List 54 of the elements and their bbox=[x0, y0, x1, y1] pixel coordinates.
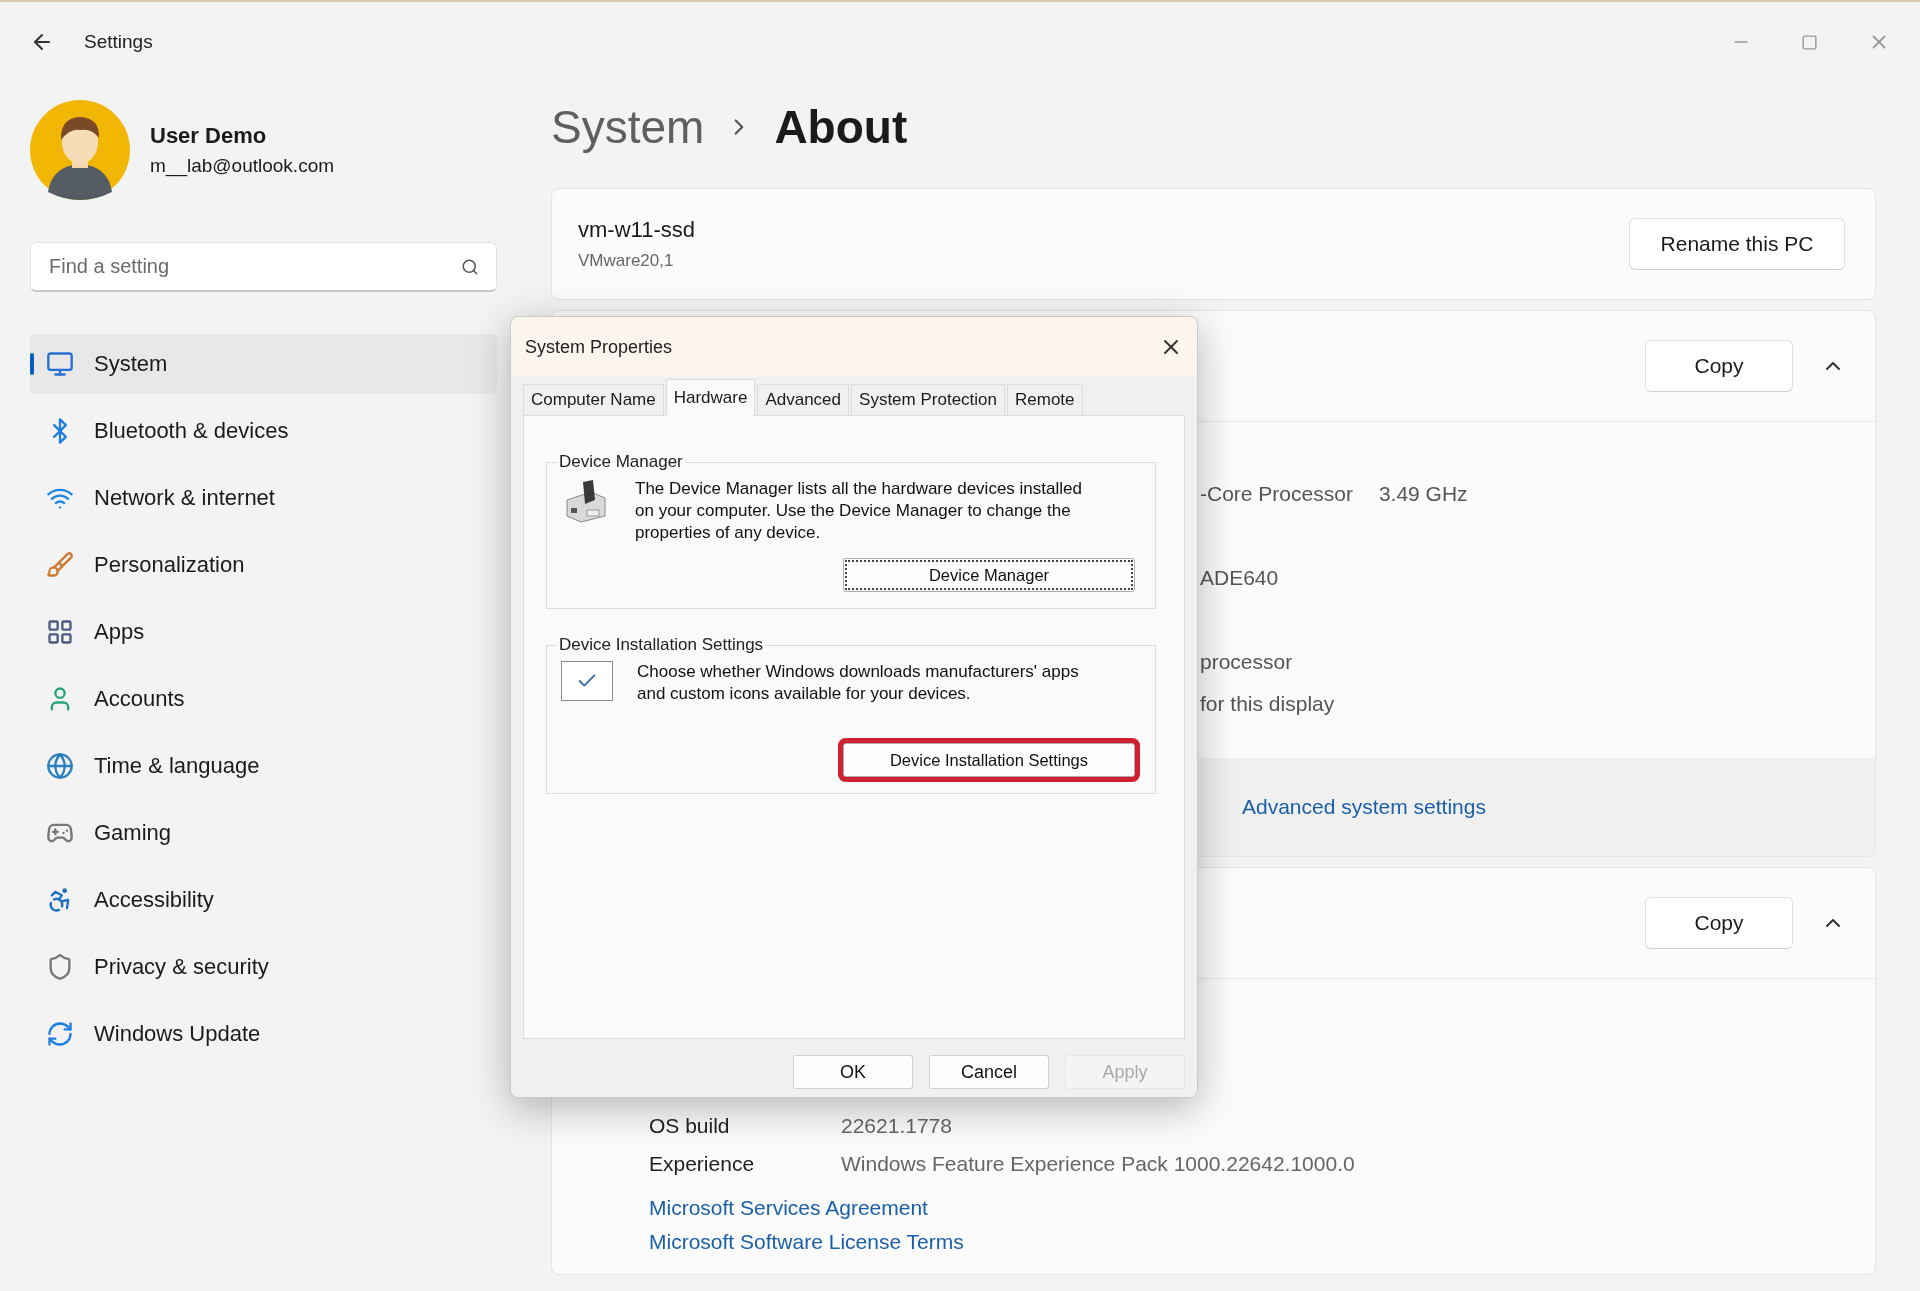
page-title: About bbox=[774, 100, 908, 154]
nav-item[interactable]: Bluetooth & devices bbox=[30, 401, 497, 461]
dialog-tab[interactable]: Hardware bbox=[665, 379, 756, 416]
brush-icon bbox=[46, 551, 74, 579]
group-description: The Device Manager lists all the hardware devices installed on your computer. Use the Device Manager to change the properties of any device. bbox=[635, 478, 1083, 544]
spec-value: Windows Feature Experience Pack 1000.22642.1000.0 bbox=[841, 1152, 1355, 1176]
dialog-tab[interactable]: System Protection bbox=[851, 384, 1005, 415]
nav-item[interactable]: System bbox=[30, 334, 497, 394]
update-icon bbox=[46, 1020, 74, 1048]
globe-icon bbox=[46, 752, 74, 780]
spec-label: Experience bbox=[649, 1152, 756, 1176]
group-description: Choose whether Windows downloads manufacturers' apps and custom icons available for your devices. bbox=[637, 661, 1080, 705]
advanced-settings-link[interactable]: Advanced system settings bbox=[1242, 795, 1486, 819]
nav-item[interactable]: Gaming bbox=[30, 803, 497, 863]
spec-label: OS build bbox=[649, 1114, 731, 1138]
nav-item[interactable]: Accounts bbox=[30, 669, 497, 729]
nav-item[interactable]: Windows Update bbox=[30, 1004, 497, 1064]
group-title: Device Installation Settings bbox=[558, 635, 765, 655]
checkbox[interactable] bbox=[561, 661, 613, 701]
spec-value: 22621.1778 bbox=[841, 1114, 952, 1138]
nav-item[interactable]: Accessibility bbox=[30, 870, 497, 930]
user-name: User Demo bbox=[150, 123, 268, 149]
search-icon[interactable] bbox=[461, 258, 479, 276]
spec-value: ADE640 bbox=[1200, 566, 1279, 590]
spec-value: 3.49 GHz bbox=[1378, 482, 1468, 506]
nav-item[interactable]: Network & internet bbox=[30, 468, 497, 528]
dialog-button[interactable]: Cancel bbox=[929, 1055, 1049, 1089]
spec-value: for this display bbox=[1200, 692, 1335, 716]
monitor-icon bbox=[46, 350, 74, 378]
spec-value: -Core Processor bbox=[1200, 482, 1353, 506]
group-button[interactable]: Device Manager bbox=[843, 558, 1135, 592]
window-title: Settings bbox=[84, 31, 153, 53]
agreement-link[interactable]: Microsoft Software License Terms bbox=[649, 1230, 1875, 1254]
copy-button[interactable]: Copy bbox=[1645, 897, 1793, 949]
apps-grid-icon bbox=[46, 618, 74, 646]
device-name: vm-w11-ssd bbox=[578, 217, 695, 243]
nav-item[interactable]: Privacy & security bbox=[30, 937, 497, 997]
rename-button[interactable]: Rename this PC bbox=[1629, 218, 1845, 270]
dialog-tab[interactable]: Remote bbox=[1007, 384, 1083, 415]
group-title: Device Manager bbox=[558, 452, 684, 472]
nav-item[interactable]: Time & language bbox=[30, 736, 497, 796]
spec-value: processor bbox=[1200, 650, 1293, 674]
dialog-title: System Properties bbox=[525, 336, 673, 358]
device-model: VMware20,1 bbox=[578, 251, 675, 271]
nav-item[interactable]: Personalization bbox=[30, 535, 497, 595]
agreement-link[interactable]: Microsoft Services Agreement bbox=[649, 1196, 1875, 1220]
breadcrumb-parent[interactable]: System bbox=[551, 100, 705, 154]
dialog-tab[interactable]: Advanced bbox=[757, 384, 850, 415]
copy-button[interactable]: Copy bbox=[1645, 340, 1793, 392]
nav-item[interactable]: Apps bbox=[30, 602, 497, 662]
search-field[interactable]: Find a setting bbox=[30, 242, 497, 292]
dialog-button[interactable]: OK bbox=[793, 1055, 913, 1089]
dialog-tab[interactable]: Computer Name bbox=[523, 384, 664, 415]
user-email: m__lab@outlook.com bbox=[150, 155, 335, 177]
